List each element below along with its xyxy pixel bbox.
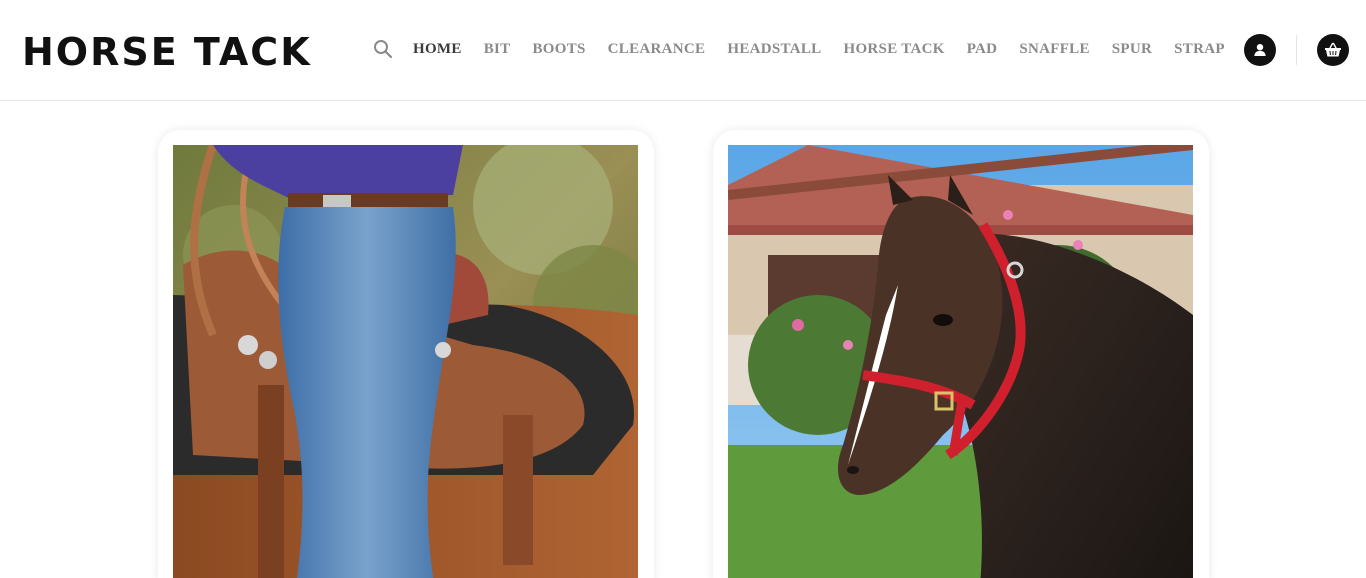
user-icon [1254, 44, 1266, 56]
product-image-halter[interactable] [728, 145, 1193, 578]
nav-item-boots[interactable]: BOOTS [532, 41, 585, 58]
account-button[interactable] [1244, 34, 1276, 66]
product-card[interactable] [158, 130, 654, 578]
nav-item-headstall[interactable]: HEADSTALL [727, 41, 821, 58]
main-nav: HOME BIT BOOTS CLEARANCE HEADSTALL HORSE… [413, 39, 1225, 59]
nav-item-snaffle[interactable]: SNAFFLE [1019, 41, 1089, 58]
basket-icon [1325, 42, 1341, 57]
nav-item-spur[interactable]: SPUR [1112, 41, 1152, 58]
cart-button[interactable] [1317, 34, 1349, 66]
site-header: HORSE TACK HOME BIT BOOTS CLEARANCE HEAD… [0, 0, 1366, 101]
product-card[interactable] [713, 130, 1209, 578]
product-image-saddle[interactable] [173, 145, 638, 578]
nav-item-clearance[interactable]: CLEARANCE [608, 41, 706, 58]
search-icon[interactable] [373, 39, 393, 59]
nav-item-strap[interactable]: STRAP [1174, 41, 1225, 58]
nav-item-horse-tack[interactable]: HORSE TACK [843, 41, 944, 58]
header-divider [1296, 35, 1297, 65]
site-logo[interactable]: HORSE TACK [22, 29, 312, 75]
nav-item-pad[interactable]: PAD [967, 41, 998, 58]
nav-item-bit[interactable]: BIT [484, 41, 511, 58]
nav-item-home[interactable]: HOME [413, 41, 462, 58]
